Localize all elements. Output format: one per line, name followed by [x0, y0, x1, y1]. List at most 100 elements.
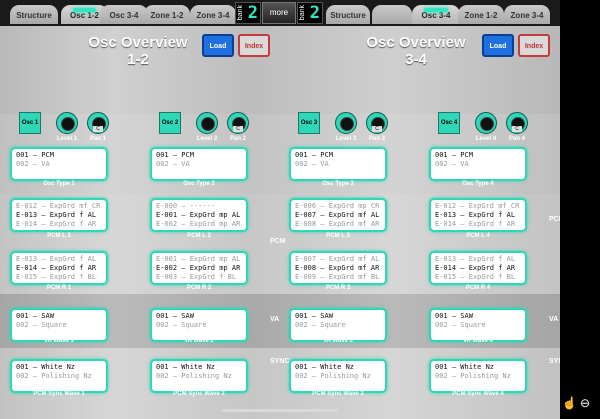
list-pcm_l-1[interactable]: E-012 — ExpGrd mf CR E-013 — ExpGrd f AL E…: [10, 198, 108, 232]
list-row[interactable]: E-002 — ExpGrd mp AR: [156, 264, 242, 273]
list-row[interactable]: E-012 — ExpGrd mf CR: [16, 202, 102, 211]
load-button-right[interactable]: Load: [482, 34, 514, 57]
osc-2-button[interactable]: Osc 2: [159, 112, 181, 134]
list-row[interactable]: 001 — White Nz: [16, 363, 102, 372]
tab-osc-3-4[interactable]: Osc 3-4: [100, 5, 148, 24]
list-row[interactable]: 002 — VA: [295, 160, 381, 169]
list-row[interactable]: 002 — Polishing Nz: [295, 372, 381, 381]
list-row[interactable]: 001 — White Nz: [435, 363, 521, 372]
list-row[interactable]: E-000 — ------: [156, 202, 242, 211]
bank-left-display[interactable]: bank 2: [235, 2, 261, 24]
tab-blank-right[interactable]: [372, 5, 412, 24]
list-row[interactable]: E-013 — ExpGrd f AL: [435, 211, 521, 220]
tab-structure[interactable]: Structure: [10, 5, 58, 24]
list-row[interactable]: E-014 — ExpGrd f AR: [16, 264, 102, 273]
list-pcm_r-1[interactable]: E-013 — ExpGrd f AL E-014 — ExpGrd f AR E-…: [10, 251, 108, 285]
more-button[interactable]: more: [262, 2, 296, 24]
list-row[interactable]: E-009 — ExpGrd mf BL: [295, 273, 381, 282]
list-pcm_l-4[interactable]: E-012 — ExpGrd mf CR E-013 — ExpGrd f AL E…: [429, 198, 527, 232]
list-sync-1[interactable]: 001 — White Nz 002 — Polishing Nz: [10, 359, 108, 393]
index-button-right[interactable]: Index: [518, 34, 550, 57]
list-row[interactable]: E-006 — ExpGrd mp CR: [295, 202, 381, 211]
list-va-2[interactable]: 001 — SAW 002 — Square: [150, 308, 248, 342]
list-row[interactable]: 001 — SAW: [16, 312, 102, 321]
tab-zone-3-4[interactable]: Zone 3-4: [190, 5, 236, 24]
list-type-4[interactable]: 001 — PCM 002 — VA: [429, 147, 527, 181]
list-row[interactable]: E-014 — ExpGrd f AR: [435, 220, 521, 229]
va-wave-4-caption: VA Wave 4: [463, 338, 493, 344]
list-type-1[interactable]: 001 — PCM 002 — VA: [10, 147, 108, 181]
list-row[interactable]: 002 — Polishing Nz: [16, 372, 102, 381]
list-type-3[interactable]: 001 — PCM 002 — VA: [289, 147, 387, 181]
list-va-4[interactable]: 001 — SAW 002 — Square: [429, 308, 527, 342]
list-row[interactable]: 002 — Square: [435, 321, 521, 330]
list-row[interactable]: E-015 — ExpGrd f BL: [435, 273, 521, 282]
list-row[interactable]: 001 — PCM: [16, 151, 102, 160]
tab-osc-3-4-right[interactable]: Osc 3-4: [412, 5, 460, 24]
list-row[interactable]: 001 — White Nz: [295, 363, 381, 372]
home-indicator[interactable]: [222, 409, 338, 412]
list-pcm_l-3[interactable]: E-006 — ExpGrd mp CR E-007 — ExpGrd mf AL…: [289, 198, 387, 232]
list-row[interactable]: E-007 — ExpGrd mf AL: [295, 255, 381, 264]
list-pcm_l-2[interactable]: E-000 — ------ E-001 — ExpGrd mp AL E-002 …: [150, 198, 248, 232]
list-row[interactable]: E-013 — ExpGrd f AL: [435, 255, 521, 264]
tab-structure-right[interactable]: Structure: [326, 5, 370, 24]
tab-zone-1-2[interactable]: Zone 1-2: [144, 5, 190, 24]
list-pcm_r-2[interactable]: E-001 — ExpGrd mp AL E-002 — ExpGrd mp AR…: [150, 251, 248, 285]
list-row[interactable]: 002 — Square: [295, 321, 381, 330]
list-row[interactable]: E-003 — ExpGrd f BL: [156, 273, 242, 282]
list-row[interactable]: 001 — PCM: [156, 151, 242, 160]
list-row[interactable]: E-013 — ExpGrd f AL: [16, 255, 102, 264]
level-4-knob[interactable]: [475, 112, 497, 134]
list-row[interactable]: 001 — SAW: [295, 312, 381, 321]
list-row[interactable]: E-014 — ExpGrd f AR: [435, 264, 521, 273]
zoom-out-icon[interactable]: ⊖: [580, 396, 590, 410]
list-row[interactable]: 001 — SAW: [435, 312, 521, 321]
tab-zone-1-2-right[interactable]: Zone 1-2: [458, 5, 504, 24]
osc-4-button[interactable]: Osc 4: [438, 112, 460, 134]
list-sync-3[interactable]: 001 — White Nz 002 — Polishing Nz: [289, 359, 387, 393]
list-row[interactable]: E-008 — ExpGrd mf AR: [295, 220, 381, 229]
list-row[interactable]: 002 — VA: [16, 160, 102, 169]
list-row[interactable]: 001 — PCM: [295, 151, 381, 160]
list-row[interactable]: 002 — Polishing Nz: [435, 372, 521, 381]
list-row[interactable]: E-015 — ExpGrd f BL: [16, 273, 102, 282]
load-button-left[interactable]: Load: [202, 34, 234, 57]
level-1-knob[interactable]: [56, 112, 78, 134]
osc-3-button[interactable]: Osc 3: [298, 112, 320, 134]
index-button-left[interactable]: Index: [238, 34, 270, 57]
osc-1-button[interactable]: Osc 1: [19, 112, 41, 134]
list-row[interactable]: E-007 — ExpGrd mf AL: [295, 211, 381, 220]
list-row[interactable]: 002 — VA: [156, 160, 242, 169]
list-row[interactable]: 002 — Square: [156, 321, 242, 330]
list-row[interactable]: E-014 — ExpGrd f AR: [16, 220, 102, 229]
list-sync-2[interactable]: 001 — White Nz 002 — Polishing Nz: [150, 359, 248, 393]
pan-2-knob[interactable]: C: [227, 112, 249, 134]
list-va-1[interactable]: 001 — SAW 002 — Square: [10, 308, 108, 342]
list-row[interactable]: 002 — Square: [16, 321, 102, 330]
pan-3-knob[interactable]: C: [366, 112, 388, 134]
list-row[interactable]: E-001 — ExpGrd mp AL: [156, 211, 242, 220]
list-row[interactable]: E-012 — ExpGrd mf CR: [435, 202, 521, 211]
level-2-knob[interactable]: [196, 112, 218, 134]
level-3-knob[interactable]: [335, 112, 357, 134]
pointer-icon[interactable]: ☝: [562, 396, 577, 410]
list-row[interactable]: E-013 — ExpGrd f AL: [16, 211, 102, 220]
pan-4-knob[interactable]: C: [506, 112, 528, 134]
list-row[interactable]: E-008 — ExpGrd mf AR: [295, 264, 381, 273]
list-sync-4[interactable]: 001 — White Nz 002 — Polishing Nz: [429, 359, 527, 393]
list-row[interactable]: 001 — SAW: [156, 312, 242, 321]
list-row[interactable]: 002 — Polishing Nz: [156, 372, 242, 381]
list-va-3[interactable]: 001 — SAW 002 — Square: [289, 308, 387, 342]
list-row[interactable]: 001 — White Nz: [156, 363, 242, 372]
list-pcm_r-4[interactable]: E-013 — ExpGrd f AL E-014 — ExpGrd f AR E-…: [429, 251, 527, 285]
tab-zone-3-4-right[interactable]: Zone 3-4: [504, 5, 550, 24]
list-row[interactable]: E-001 — ExpGrd mp AL: [156, 255, 242, 264]
list-row[interactable]: E-002 — ExpGrd mp AR: [156, 220, 242, 229]
pan-1-knob[interactable]: C: [87, 112, 109, 134]
bank-right-display[interactable]: bank 2: [297, 2, 323, 24]
list-type-2[interactable]: 001 — PCM 002 — VA: [150, 147, 248, 181]
list-row[interactable]: 001 — PCM: [435, 151, 521, 160]
list-pcm_r-3[interactable]: E-007 — ExpGrd mf AL E-008 — ExpGrd mf AR…: [289, 251, 387, 285]
list-row[interactable]: 002 — VA: [435, 160, 521, 169]
